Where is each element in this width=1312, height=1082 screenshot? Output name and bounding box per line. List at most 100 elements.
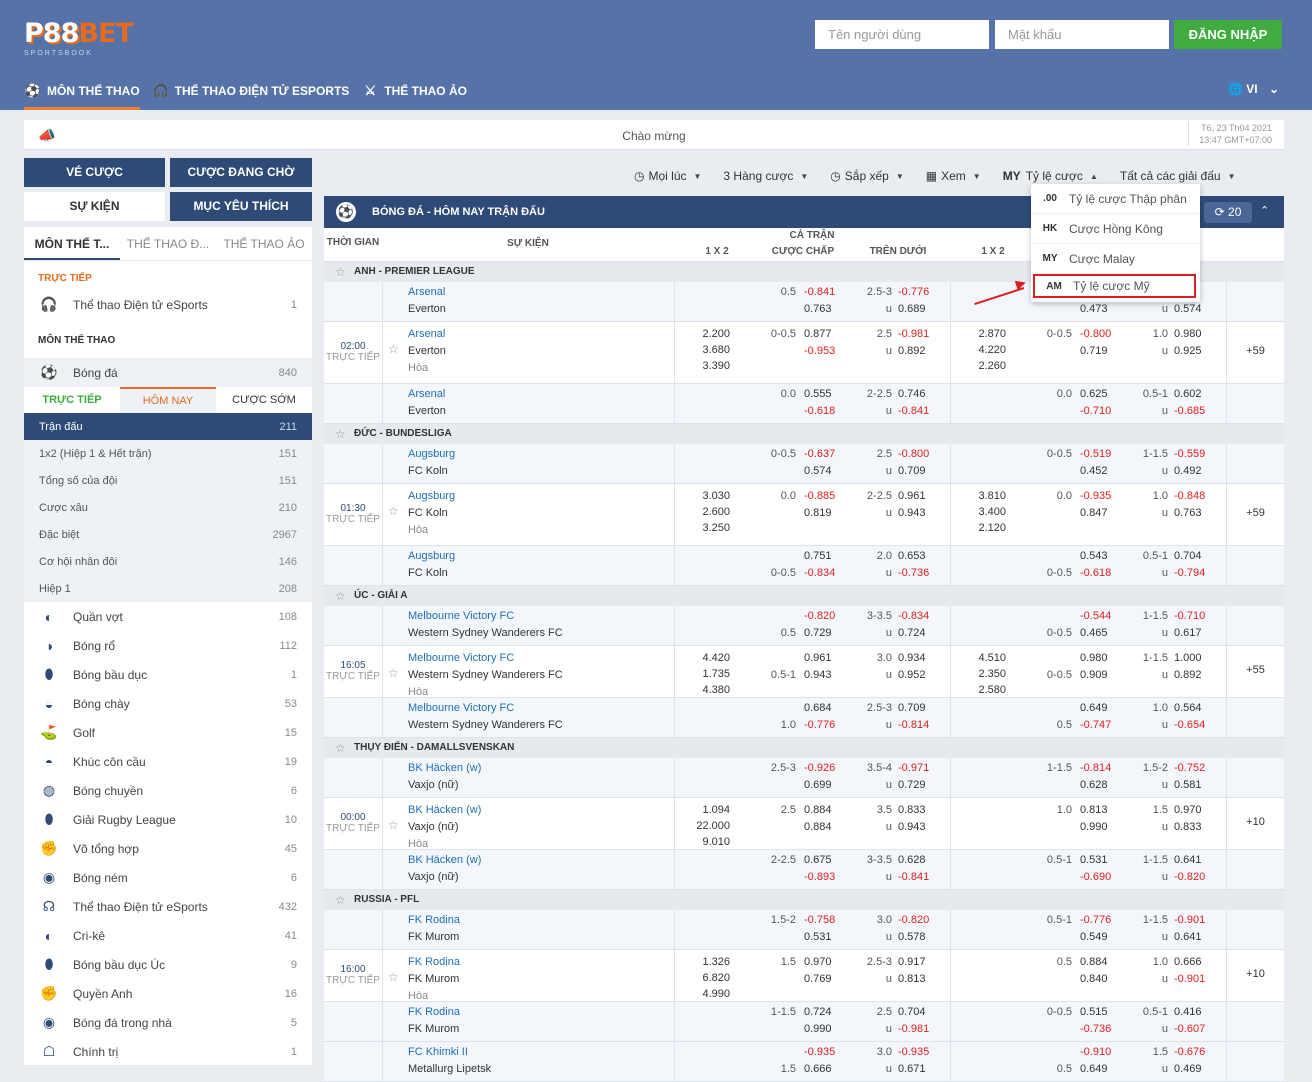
odds-handicap-half[interactable]: -0.736 <box>1080 1021 1120 1038</box>
market-item[interactable]: Hiệp 1 208 <box>24 575 312 602</box>
odds-handicap-half[interactable]: -0.814 <box>1080 760 1120 777</box>
odds-handicap-half[interactable]: -0.519 <box>1080 446 1120 463</box>
star-icon[interactable]: ☆ <box>335 586 346 606</box>
odds-over-under-half[interactable]: 0.641 <box>1174 929 1214 946</box>
odds-over-under-half[interactable]: 0.980 <box>1174 326 1214 343</box>
odds-handicap[interactable]: 0.970 <box>804 954 844 971</box>
pending-bets-button[interactable]: CƯỢC ĐANG CHỜ <box>170 158 312 187</box>
odds-1x2[interactable]: 4.380 <box>674 682 730 699</box>
odds-over-under[interactable]: -0.820 <box>898 912 938 929</box>
odds-handicap[interactable]: 0.531 <box>804 929 844 946</box>
odds-over-under-half[interactable]: -0.676 <box>1174 1044 1214 1061</box>
odds-1x2[interactable]: 1.735 <box>674 666 730 683</box>
sidebar-item-sport[interactable]: ☖ Chính trị 1 <box>24 1037 312 1066</box>
odds-over-under[interactable]: 0.917 <box>898 954 938 971</box>
odds-over-under-half[interactable]: 0.666 <box>1174 954 1214 971</box>
odds-over-under-half[interactable]: -0.848 <box>1174 488 1214 505</box>
odds-handicap-half[interactable]: -0.544 <box>1080 608 1120 625</box>
odds-1x2[interactable]: 2.200 <box>674 326 730 343</box>
odds-handicap[interactable]: -0.776 <box>804 717 844 734</box>
market-item[interactable]: Tổng số của đội 151 <box>24 467 312 494</box>
odds-1x2-half[interactable]: 2.580 <box>950 682 1006 699</box>
sort-filter[interactable]: ◷ Sắp xếp ▼ <box>830 169 903 183</box>
odds-handicap-half[interactable]: 0.649 <box>1080 700 1120 717</box>
odds-handicap-half[interactable]: -0.800 <box>1080 326 1120 343</box>
odds-over-under-half[interactable]: -0.901 <box>1174 912 1214 929</box>
odds-over-under-half[interactable]: 0.574 <box>1174 301 1214 318</box>
odds-over-under-half[interactable]: 0.641 <box>1174 852 1214 869</box>
odds-over-under[interactable]: -0.736 <box>898 565 938 582</box>
odds-over-under-half[interactable]: 0.617 <box>1174 625 1214 642</box>
star-icon[interactable]: ☆ <box>335 424 346 444</box>
odds-1x2[interactable]: 3.390 <box>674 358 730 375</box>
odds-over-under[interactable]: 0.892 <box>898 343 938 360</box>
password-input[interactable]: Mật khẩu <box>995 20 1169 49</box>
odds-over-under[interactable]: 0.653 <box>898 548 938 565</box>
odds-handicap-half[interactable]: -0.910 <box>1080 1044 1120 1061</box>
odds-handicap[interactable]: -0.637 <box>804 446 844 463</box>
odds-handicap-half[interactable]: 0.990 <box>1080 819 1120 836</box>
odds-format-option[interactable]: .00 Tỷ lệ cược Thập phân <box>1031 184 1200 214</box>
events-button[interactable]: SỰ KIỆN <box>24 192 165 221</box>
p88bet-logo[interactable]: P88BET SPORTSBOOK <box>24 18 134 58</box>
odds-over-under[interactable]: -0.776 <box>898 284 938 301</box>
odds-format-option[interactable]: AM Tỷ lệ cược Mỹ <box>1033 274 1196 298</box>
odds-handicap-half[interactable]: 0.543 <box>1080 548 1120 565</box>
odds-handicap-half[interactable]: 0.980 <box>1080 650 1120 667</box>
star-icon[interactable]: ☆ <box>388 666 399 680</box>
odds-over-under[interactable]: -0.935 <box>898 1044 938 1061</box>
odds-over-under-half[interactable]: -0.820 <box>1174 869 1214 886</box>
odds-handicap[interactable]: 0.961 <box>804 650 844 667</box>
odds-handicap[interactable]: 0.666 <box>804 1061 844 1078</box>
odds-handicap[interactable]: -0.834 <box>804 565 844 582</box>
odds-handicap-half[interactable]: 0.649 <box>1080 1061 1120 1078</box>
username-input[interactable]: Tên người dùng <box>815 20 989 49</box>
more-markets-button[interactable]: +10 <box>1226 968 1284 980</box>
market-item[interactable]: Cơ hội nhân đôi 146 <box>24 548 312 575</box>
sidebar-item-sport[interactable]: ◓ Khúc côn cầu 19 <box>24 747 312 776</box>
odds-handicap-half[interactable]: -0.935 <box>1080 488 1120 505</box>
lines-filter[interactable]: 3 Hàng cược ▼ <box>723 169 808 183</box>
odds-over-under-half[interactable]: -0.901 <box>1174 971 1214 988</box>
odds-over-under[interactable]: 0.671 <box>898 1061 938 1078</box>
odds-over-under[interactable]: 0.709 <box>898 463 938 480</box>
odds-over-under[interactable]: 0.578 <box>898 929 938 946</box>
league-header[interactable]: ☆ ĐỨC - BUNDESLIGA <box>324 424 1284 444</box>
odds-1x2[interactable]: 2.600 <box>674 504 730 521</box>
odds-1x2[interactable]: 3.250 <box>674 520 730 537</box>
sidebar-item-sport[interactable]: ◑ Bóng rổ 112 <box>24 631 312 660</box>
odds-handicap-half[interactable]: 0.549 <box>1080 929 1120 946</box>
more-markets-button[interactable]: +59 <box>1226 345 1284 357</box>
tab-esports[interactable]: THỂ THAO Đ... <box>120 227 216 260</box>
odds-over-under[interactable]: 0.961 <box>898 488 938 505</box>
subtab-live[interactable]: TRỰC TIẾP <box>24 387 120 413</box>
odds-handicap-half[interactable]: -0.690 <box>1080 869 1120 886</box>
odds-over-under[interactable]: 0.934 <box>898 650 938 667</box>
odds-handicap[interactable]: -0.885 <box>804 488 844 505</box>
star-icon[interactable]: ☆ <box>388 818 399 832</box>
odds-over-under[interactable]: 0.729 <box>898 777 938 794</box>
odds-handicap[interactable]: 0.751 <box>804 548 844 565</box>
subtab-today[interactable]: HÔM NAY <box>120 387 216 413</box>
market-item[interactable]: Cược xâu 210 <box>24 494 312 521</box>
odds-1x2[interactable]: 3.680 <box>674 342 730 359</box>
odds-over-under-half[interactable]: 0.564 <box>1174 700 1214 717</box>
sidebar-item-sport[interactable]: ⬮ Giải Rugby League 10 <box>24 805 312 834</box>
odds-1x2-half[interactable]: 2.870 <box>950 326 1006 343</box>
odds-over-under[interactable]: 0.952 <box>898 667 938 684</box>
odds-handicap[interactable]: -0.935 <box>804 1044 844 1061</box>
odds-handicap-half[interactable]: -0.618 <box>1080 565 1120 582</box>
odds-handicap[interactable]: -0.953 <box>804 343 844 360</box>
odds-format-filter[interactable]: MY Tỷ lệ cược ▲ <box>1003 169 1098 183</box>
odds-handicap[interactable]: 0.763 <box>804 301 844 318</box>
odds-handicap[interactable]: 0.675 <box>804 852 844 869</box>
sidebar-item-sport[interactable]: ◉ Bóng ném 6 <box>24 863 312 892</box>
star-icon[interactable]: ☆ <box>335 262 346 282</box>
star-icon[interactable]: ☆ <box>335 890 346 910</box>
odds-over-under[interactable]: -0.981 <box>898 326 938 343</box>
odds-1x2[interactable]: 1.094 <box>674 802 730 819</box>
odds-handicap-half[interactable]: 0.840 <box>1080 971 1120 988</box>
odds-handicap[interactable]: -0.820 <box>804 608 844 625</box>
nav-esports[interactable]: 🎧 THỂ THAO ĐIỆN TỬ ESPORTS <box>152 72 350 110</box>
sidebar-item-sport[interactable]: ◒ Bóng chày 53 <box>24 689 312 718</box>
